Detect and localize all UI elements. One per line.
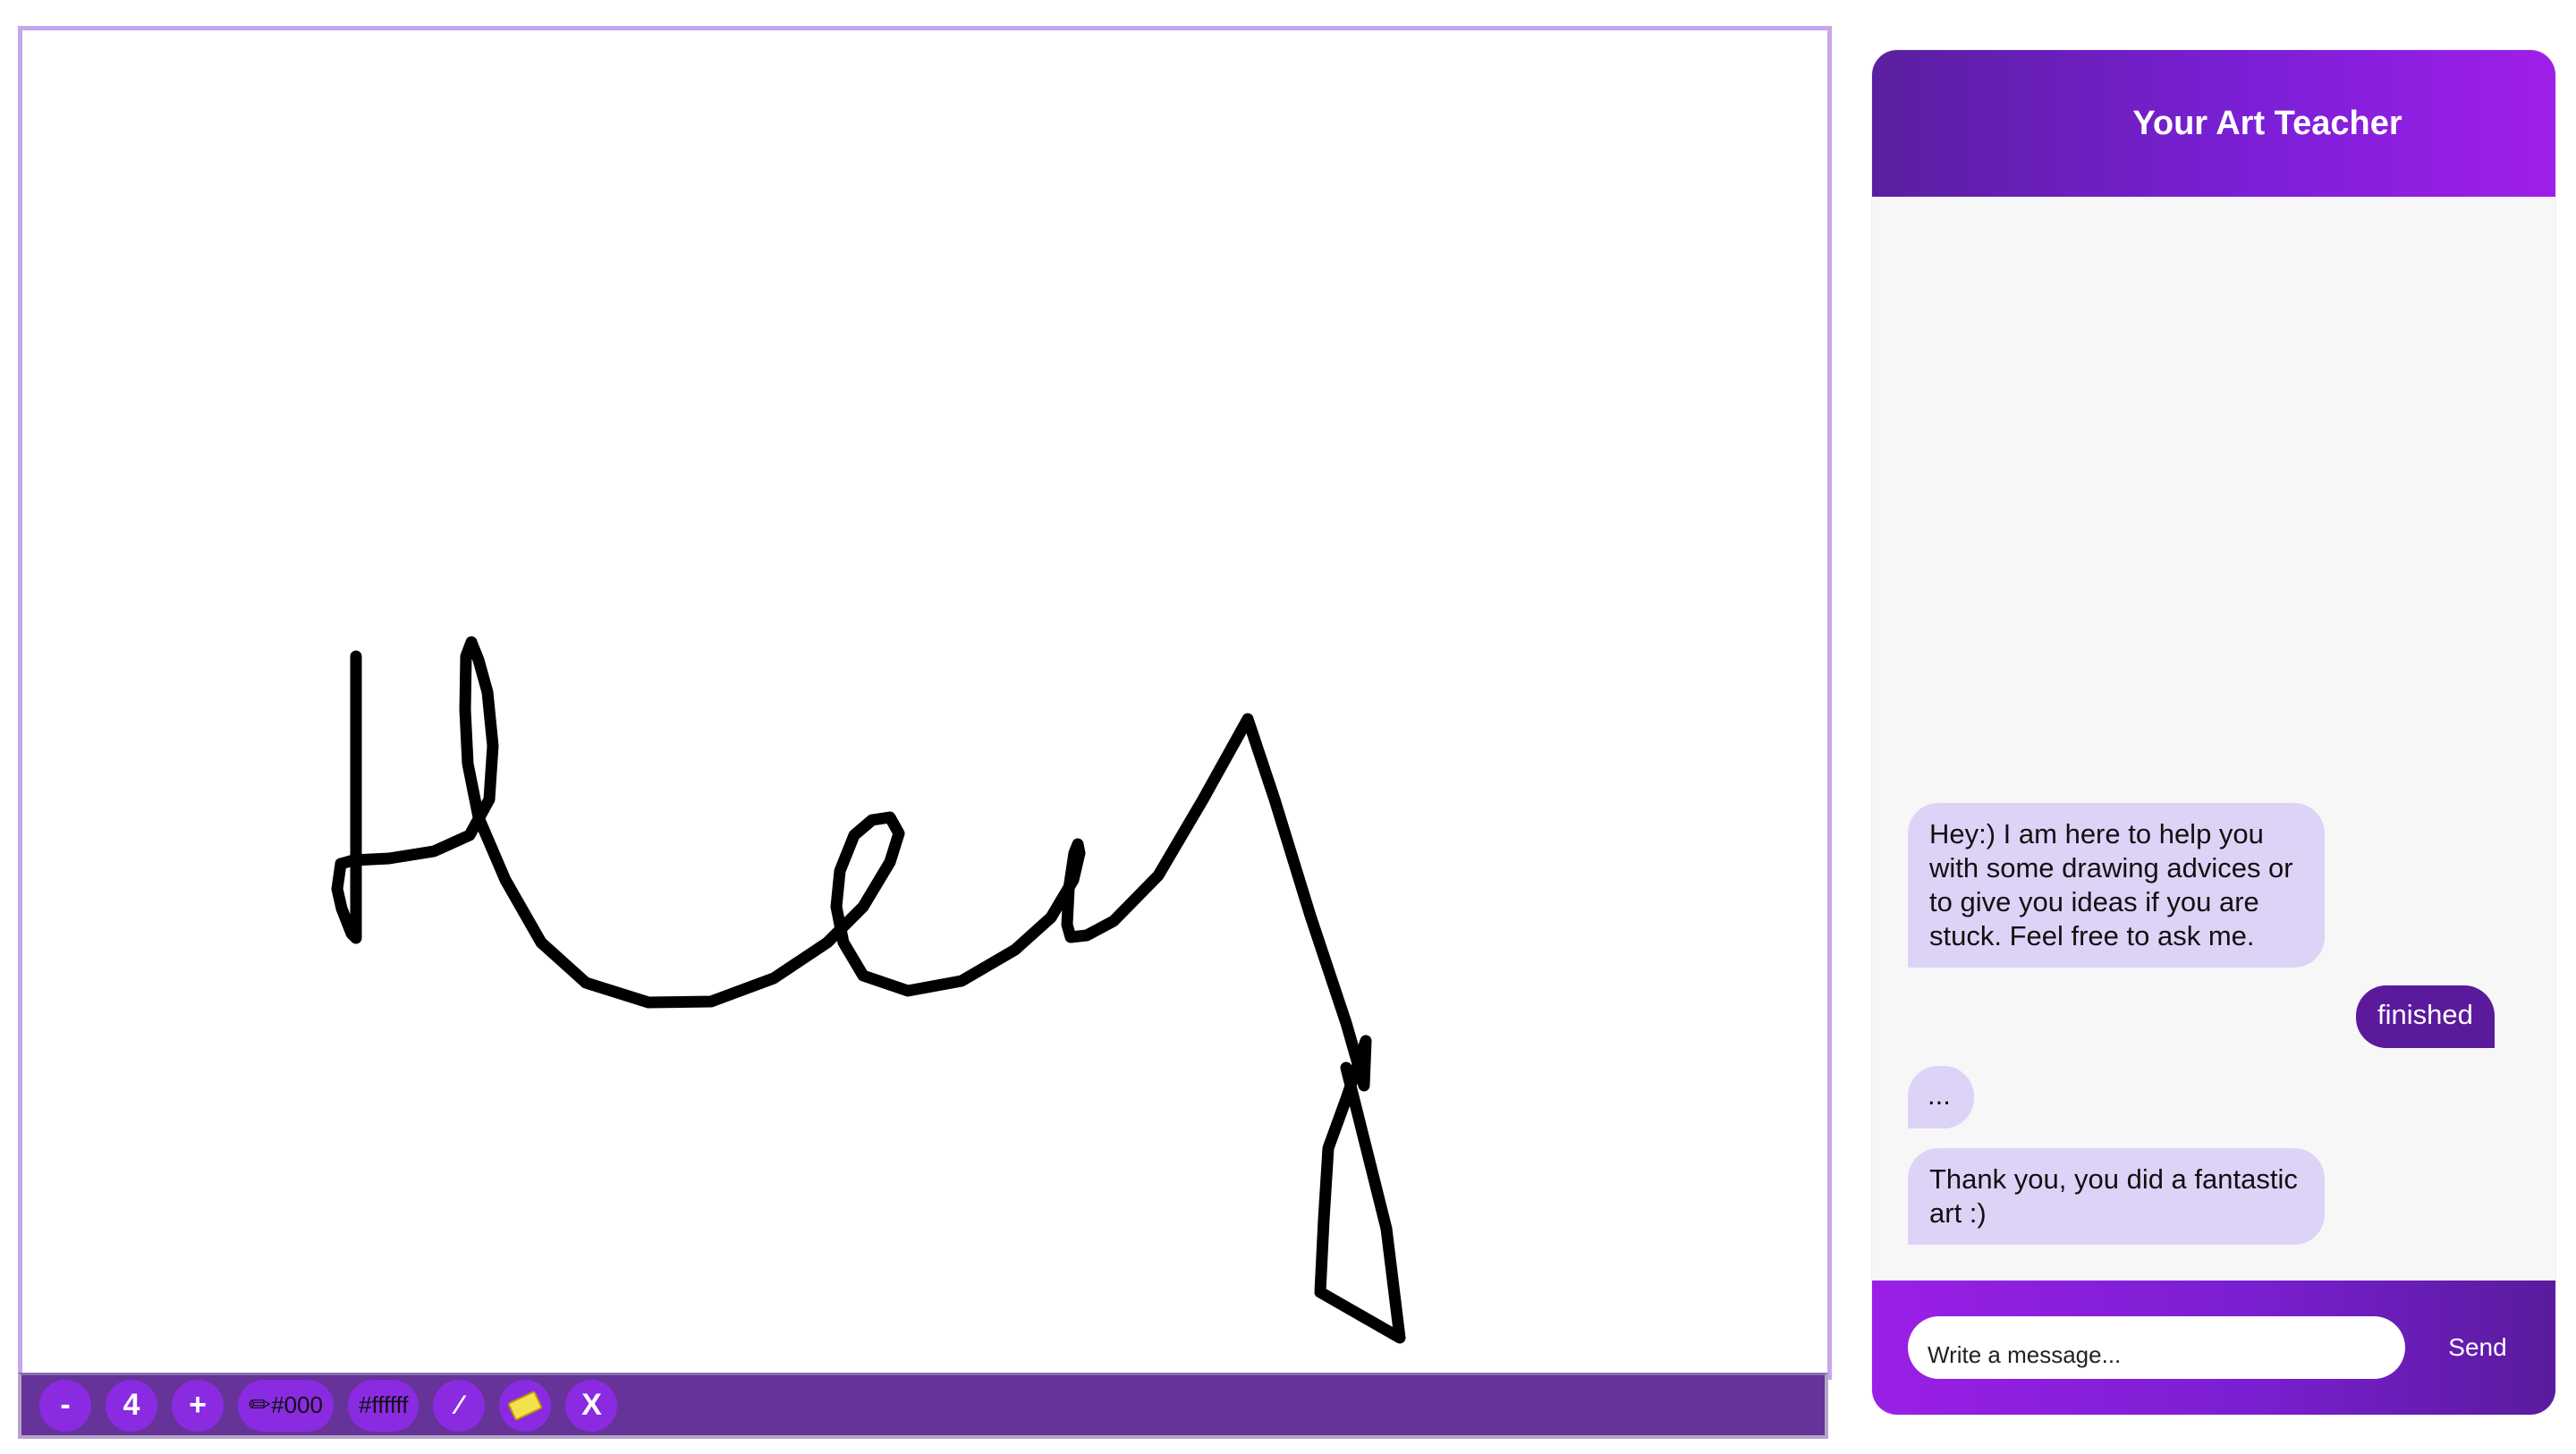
clear-canvas-button[interactable]: X: [565, 1379, 618, 1432]
send-button[interactable]: Send: [2428, 1316, 2527, 1379]
background-color-label: #ffffff: [358, 1391, 409, 1418]
pen-color-button[interactable]: ✏ #000: [238, 1379, 334, 1432]
message-input[interactable]: [1908, 1316, 2405, 1379]
drawing-canvas[interactable]: [18, 26, 1832, 1380]
bot-message: Thank you, you did a fantastic art :): [1908, 1148, 2325, 1245]
decrease-size-button[interactable]: -: [39, 1379, 91, 1432]
eraser-button[interactable]: [499, 1379, 552, 1432]
increase-size-button[interactable]: +: [172, 1379, 224, 1432]
eraser-icon: [507, 1390, 544, 1421]
brush-size-display[interactable]: 4: [106, 1379, 157, 1432]
pencil-icon: ✏: [249, 1390, 272, 1420]
stroke-h-body: [335, 636, 1406, 1344]
chat-title: Your Art Teacher: [2132, 104, 2402, 142]
drawing-toolbar: - 4 + ✏ #000 #ffffff ⁄ X: [18, 1373, 1828, 1439]
chat-input-bar: Send: [1872, 1281, 2555, 1415]
user-message: finished: [2356, 985, 2495, 1048]
pen-color-label: #000: [271, 1391, 323, 1418]
drawing-strokes: [331, 636, 1406, 1344]
chat-panel: Your Art Teacher Hey:) I am here to help…: [1872, 50, 2555, 1415]
magic-wand-icon: ⁄: [456, 1390, 462, 1420]
chat-messages: Hey:) I am here to help you with some dr…: [1872, 197, 2555, 1281]
background-color-button[interactable]: #ffffff: [347, 1379, 419, 1432]
stroke-h-vertical: [331, 650, 362, 944]
bot-message: Hey:) I am here to help you with some dr…: [1908, 803, 2325, 968]
fill-tool-button[interactable]: ⁄: [433, 1379, 486, 1432]
chat-header: Your Art Teacher: [1872, 50, 2555, 197]
bot-typing-message: ...: [1908, 1066, 1974, 1129]
